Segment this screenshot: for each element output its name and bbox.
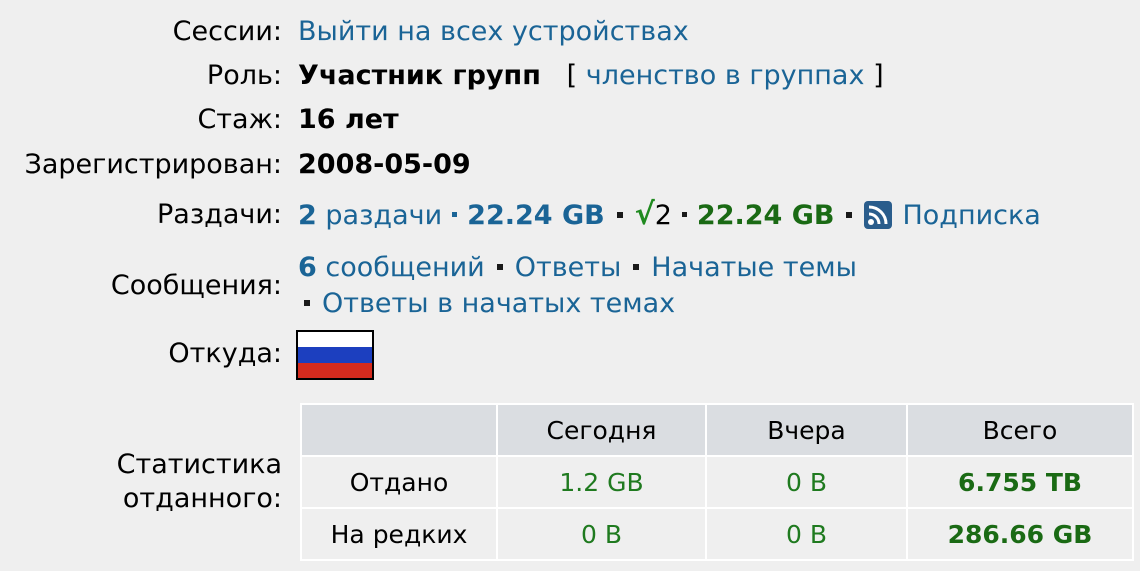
group-membership-link[interactable]: членство в группах — [586, 60, 865, 91]
role-name: Участник групп — [298, 60, 541, 91]
replies-link[interactable]: Ответы — [515, 252, 622, 283]
row-total: 6.755 TB — [906, 455, 1134, 509]
seeds-label: Раздачи: — [157, 199, 282, 230]
row-name: На редких — [300, 507, 498, 561]
separator-dot — [452, 212, 458, 217]
seeds-size: 22.24 GB — [467, 200, 605, 231]
russia-flag-icon — [296, 330, 374, 380]
row-name: Отдано — [300, 455, 498, 509]
separator-dot — [846, 211, 853, 218]
sessions-label: Сессии: — [172, 16, 282, 47]
role-value: Участник групп [ членство в группах ] — [298, 58, 884, 94]
stats-label-line2: отданного: — [122, 483, 282, 514]
separator-dot — [616, 211, 623, 218]
row-today: 1.2 GB — [496, 455, 707, 509]
table-header-row: Сегодня Вчера Всего — [300, 403, 1134, 457]
messages-count-text: сообщений — [325, 252, 485, 283]
seeds-count-link[interactable]: 2 раздачи — [298, 200, 442, 231]
check-icon: √ — [634, 197, 655, 232]
subscribe-link[interactable]: Подписка — [902, 200, 1040, 231]
logout-all-devices-link[interactable]: Выйти на всех устройствах — [298, 16, 689, 47]
flag-stripe-blue — [298, 347, 372, 363]
upload-stats-table: Сегодня Вчера Всего Отдано 1.2 GB 0 B 6.… — [300, 403, 1134, 561]
row-yesterday: 0 B — [705, 507, 908, 561]
seeds-count-text: раздачи — [325, 200, 443, 231]
started-topics-link[interactable]: Начатые темы — [651, 252, 857, 283]
header-total: Всего — [906, 403, 1134, 457]
role-label: Роль: — [206, 60, 282, 91]
header-yesterday: Вчера — [705, 403, 908, 457]
from-label: Откуда: — [168, 338, 282, 369]
table-row: Отдано 1.2 GB 0 B 6.755 TB — [300, 455, 1134, 509]
row-yesterday: 0 B — [705, 455, 908, 509]
header-empty — [300, 403, 498, 457]
separator-dot — [304, 299, 310, 306]
separator-dot — [496, 263, 503, 270]
table-row: На редких 0 B 0 B 286.66 GB — [300, 507, 1134, 561]
seeds-count: 2 — [298, 200, 317, 231]
flag-stripe-red — [298, 362, 372, 378]
stats-label: Статистика отданного: — [117, 448, 282, 516]
registered-label: Зарегистрирован: — [24, 149, 282, 180]
tenure-value: 16 лет — [298, 104, 399, 135]
stats-label-line1: Статистика — [116, 449, 282, 480]
active-seeds-size: 22.24 GB — [696, 200, 835, 231]
messages-value: 6 сообщений Ответы Начатые темы — [298, 250, 857, 286]
seeds-value: 2 раздачи 22.24 GB √2 22.24 GB Подписка — [298, 197, 1041, 234]
sessions-value: Выйти на всех устройствах — [298, 14, 689, 50]
row-today: 0 B — [496, 507, 707, 561]
messages-value-line2: Ответы в начатых темах — [298, 286, 675, 322]
flag-stripe-white — [298, 332, 372, 348]
row-total: 286.66 GB — [906, 507, 1134, 561]
header-today: Сегодня — [496, 403, 707, 457]
registered-value: 2008-05-09 — [298, 149, 471, 180]
tenure-label: Стаж: — [197, 104, 282, 135]
bracket-open: [ — [566, 60, 578, 91]
rss-icon[interactable] — [864, 201, 893, 229]
active-seeds-count: 2 — [654, 200, 672, 231]
separator-dot — [681, 212, 687, 217]
replies-in-started-link[interactable]: Ответы в начатых темах — [322, 288, 675, 319]
messages-count: 6 — [298, 252, 317, 283]
separator-dot — [633, 263, 640, 270]
bracket-close: ] — [873, 60, 884, 91]
messages-label: Сообщения: — [110, 270, 282, 301]
messages-count-link[interactable]: 6 сообщений — [298, 252, 485, 283]
